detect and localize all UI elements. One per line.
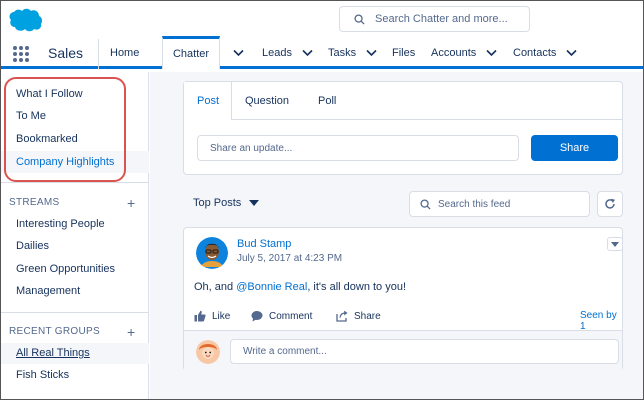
comment-placeholder: Write a comment... — [243, 346, 327, 357]
streams-heading: STREAMS — [9, 197, 60, 208]
sidebar-divider — [1, 182, 149, 183]
sidebar-divider — [1, 312, 149, 313]
nav-item-contacts[interactable]: Contacts — [513, 47, 577, 59]
nav-item-accounts[interactable]: Accounts — [431, 47, 497, 59]
nav-item-accounts-label: Accounts — [431, 47, 477, 59]
share-update-input[interactable]: Share an update... — [197, 135, 519, 161]
comment-button[interactable]: Comment — [251, 310, 312, 322]
sidebar-item-management[interactable]: Management — [16, 285, 80, 297]
thumbs-up-icon — [194, 310, 206, 322]
comment-area: Write a comment... — [184, 330, 622, 371]
nav-item-chatter[interactable]: Chatter — [162, 36, 220, 69]
tab-poll[interactable]: Poll — [318, 95, 336, 107]
feed-sort-label: Top Posts — [193, 197, 242, 209]
global-search-placeholder: Search Chatter and more... — [375, 13, 508, 25]
caret-down-icon — [249, 200, 260, 206]
sidebar-item-green-opportunities[interactable]: Green Opportunities — [16, 263, 115, 275]
publisher-tabs: Post Question Poll — [184, 82, 622, 120]
feed-search-input[interactable]: Search this feed — [409, 191, 590, 217]
nav-item-home[interactable]: Home — [110, 47, 139, 59]
mention-link[interactable]: @Bonnie Real — [236, 281, 307, 293]
share-button[interactable]: Share — [531, 135, 618, 161]
chevron-down-icon[interactable] — [566, 49, 577, 57]
current-user-avatar — [196, 340, 220, 364]
recent-groups-heading: RECENT GROUPS — [9, 326, 100, 337]
post-body-suffix: , it's all down to you! — [307, 281, 407, 293]
post-body: Oh, and @Bonnie Real, it's all down to y… — [194, 281, 406, 293]
seen-by-link[interactable]: Seen by 1 — [580, 310, 622, 332]
sidebar-item-fish-sticks[interactable]: Fish Sticks — [16, 369, 69, 381]
caret-down-icon — [611, 241, 619, 247]
global-header: Search Chatter and more... — [1, 1, 643, 39]
add-stream-icon[interactable]: + — [127, 196, 135, 210]
nav-item-tasks-label: Tasks — [328, 47, 357, 59]
post-author-link[interactable]: Bud Stamp — [237, 238, 291, 250]
nav-item-leads-label: Leads — [262, 47, 292, 59]
chevron-down-icon[interactable] — [302, 49, 313, 57]
comment-icon — [251, 311, 263, 322]
like-button[interactable]: Like — [194, 310, 230, 322]
annotation-highlight-ring — [4, 77, 126, 182]
post-timestamp-link[interactable]: July 5, 2017 at 4:23 PM — [237, 253, 342, 264]
comment-input[interactable]: Write a comment... — [230, 339, 619, 364]
refresh-feed-button[interactable] — [597, 191, 623, 217]
comment-label: Comment — [269, 310, 313, 322]
nav-item-chatter-label: Chatter — [172, 48, 210, 60]
share-icon — [336, 310, 348, 322]
chevron-down-icon[interactable] — [486, 49, 497, 57]
tab-post[interactable]: Post — [197, 95, 219, 107]
nav-item-files[interactable]: Files — [392, 47, 415, 59]
app-window: Search Chatter and more... Sales Home Ch… — [0, 0, 644, 400]
post-action-bar: Like Comment Share Seen by 1 — [184, 305, 622, 332]
share-update-placeholder: Share an update... — [210, 142, 293, 154]
tab-question[interactable]: Question — [245, 95, 289, 107]
global-search-box[interactable]: Search Chatter and more... — [339, 6, 530, 32]
chevron-down-icon[interactable] — [366, 49, 377, 57]
share-post-button[interactable]: Share — [336, 310, 381, 322]
add-group-icon[interactable]: + — [127, 325, 135, 339]
sidebar-item-all-real-things[interactable]: All Real Things — [16, 347, 90, 359]
nav-item-contacts-label: Contacts — [513, 47, 557, 59]
like-label: Like — [212, 310, 231, 322]
nav-item-tasks[interactable]: Tasks — [328, 47, 377, 59]
author-avatar[interactable] — [196, 237, 228, 269]
sidebar-item-dailies[interactable]: Dailies — [16, 240, 49, 252]
post-actions-menu[interactable] — [607, 237, 623, 251]
post-body-prefix: Oh, and — [194, 281, 237, 293]
navigation-bar: Sales Home Chatter Leads Tasks Files Acc… — [1, 36, 643, 69]
search-icon — [354, 13, 365, 25]
search-icon — [420, 198, 431, 210]
publisher-card: Post Question Poll Share an update... Sh… — [183, 81, 623, 175]
nav-item-leads[interactable]: Leads — [262, 47, 313, 59]
sidebar-item-interesting-people[interactable]: Interesting People — [16, 218, 105, 230]
share-post-label: Share — [354, 310, 381, 322]
feed-sort-dropdown[interactable]: Top Posts — [193, 197, 260, 209]
feed-search-placeholder: Search this feed — [438, 198, 511, 210]
nav-divider — [98, 39, 99, 69]
salesforce-cloud-logo[interactable] — [7, 7, 43, 33]
feed-post: Bud Stamp July 5, 2017 at 4:23 PM Oh, an… — [183, 227, 623, 371]
chevron-down-icon[interactable] — [233, 49, 244, 57]
refresh-icon — [605, 198, 615, 209]
app-name: Sales — [48, 45, 84, 61]
app-launcher-icon[interactable] — [13, 46, 29, 62]
